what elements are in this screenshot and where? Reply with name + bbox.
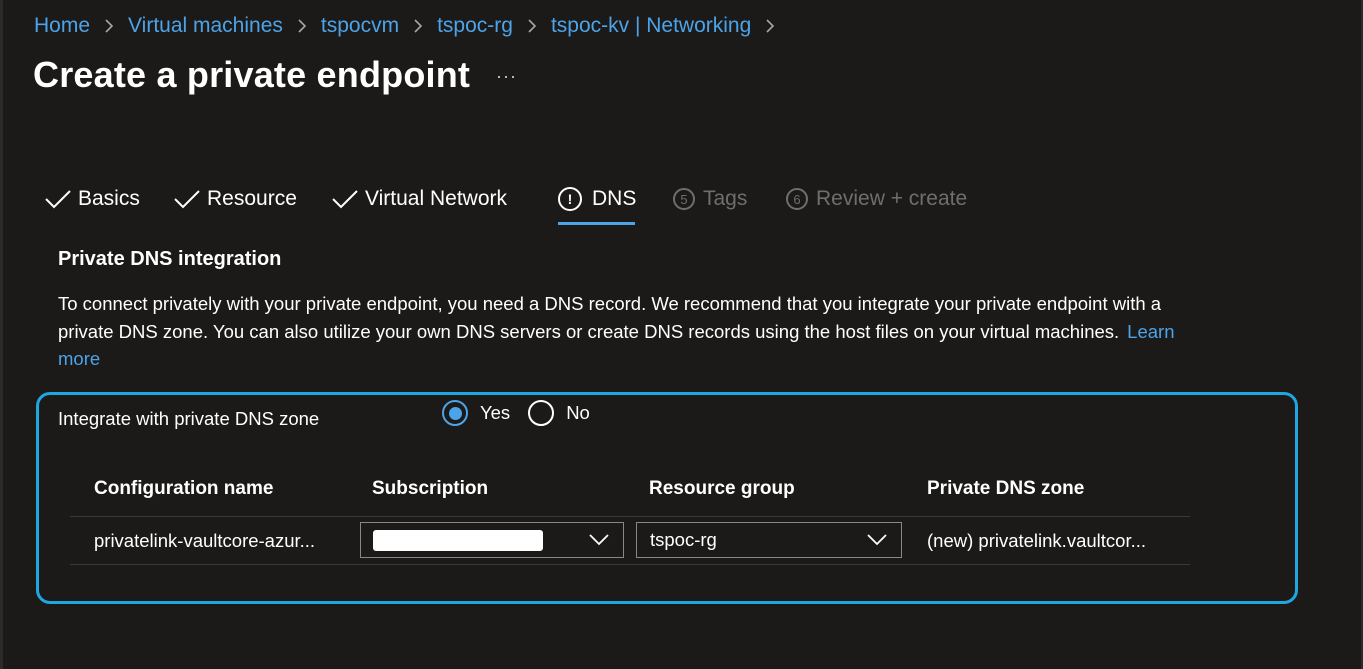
window-edge-left <box>0 0 3 669</box>
breadcrumb-networking[interactable]: tspoc-kv | Networking <box>551 14 751 38</box>
tab-resource[interactable]: Resource <box>173 182 297 216</box>
tab-label: Tags <box>703 187 748 210</box>
page-title: Create a private endpoint <box>33 54 471 95</box>
chevron-right-icon <box>527 19 537 33</box>
section-description: To connect privately with your private e… <box>58 290 1208 373</box>
breadcrumb-virtual-machines[interactable]: Virtual machines <box>128 14 283 38</box>
radio-no[interactable]: No <box>528 400 590 426</box>
redacted-subscription <box>373 530 543 551</box>
checkmark-icon <box>332 190 358 209</box>
tab-basics[interactable]: Basics <box>44 182 140 216</box>
chevron-right-icon <box>413 19 423 33</box>
step-number-icon: 5 <box>673 188 695 210</box>
active-tab-indicator <box>558 222 635 225</box>
column-header-resource-group: Resource group <box>649 478 795 499</box>
more-options-button[interactable]: ··· <box>496 66 517 87</box>
chevron-right-icon <box>765 19 775 33</box>
tab-virtual-network[interactable]: Virtual Network <box>331 182 507 216</box>
chevron-right-icon <box>104 19 114 33</box>
tab-label: DNS <box>592 187 637 210</box>
section-title: Private DNS integration <box>58 248 282 270</box>
column-header-subscription: Subscription <box>372 478 489 499</box>
radio-checked-icon <box>442 400 468 426</box>
column-header-private-dns-zone: Private DNS zone <box>927 478 1085 499</box>
chevron-down-icon <box>589 534 609 546</box>
description-text: To connect privately with your private e… <box>58 293 1162 342</box>
chevron-right-icon <box>297 19 307 33</box>
checkmark-icon <box>174 190 200 209</box>
warning-icon: ! <box>558 187 582 211</box>
breadcrumb-resource-group[interactable]: tspoc-rg <box>437 14 513 38</box>
checkmark-icon <box>45 190 71 209</box>
tab-label: Review + create <box>816 187 968 210</box>
radio-yes[interactable]: Yes <box>442 400 510 426</box>
radio-label: Yes <box>480 402 511 423</box>
tab-label: Basics <box>78 187 140 210</box>
tab-tags[interactable]: 5 Tags <box>673 182 747 216</box>
tab-label: Virtual Network <box>365 187 507 210</box>
chevron-down-icon <box>867 534 887 546</box>
private-dns-zone-cell: (new) privatelink.vaultcor... <box>927 530 1147 551</box>
subscription-dropdown[interactable] <box>360 522 624 558</box>
tab-label: Resource <box>207 187 297 210</box>
breadcrumb-home[interactable]: Home <box>34 14 90 38</box>
resource-group-dropdown[interactable]: tspoc-rg <box>636 522 902 558</box>
grid-divider <box>70 516 1190 517</box>
integrate-dns-radio-group: Yes No <box>442 400 608 426</box>
radio-label: No <box>566 402 590 423</box>
column-header-configuration-name: Configuration name <box>94 478 274 499</box>
step-number-icon: 6 <box>786 188 808 210</box>
breadcrumb: Home Virtual machines tspocvm tspoc-rg t… <box>34 14 789 38</box>
configuration-name-cell: privatelink-vaultcore-azur... <box>94 530 316 551</box>
breadcrumb-vm[interactable]: tspocvm <box>321 14 399 38</box>
radio-unchecked-icon <box>528 400 555 426</box>
grid-divider <box>70 564 1190 565</box>
integrate-dns-label: Integrate with private DNS zone <box>58 408 320 429</box>
resource-group-value: tspoc-rg <box>650 529 717 550</box>
tab-review-create[interactable]: 6 Review + create <box>786 182 967 216</box>
tab-dns[interactable]: ! DNS <box>558 182 636 216</box>
